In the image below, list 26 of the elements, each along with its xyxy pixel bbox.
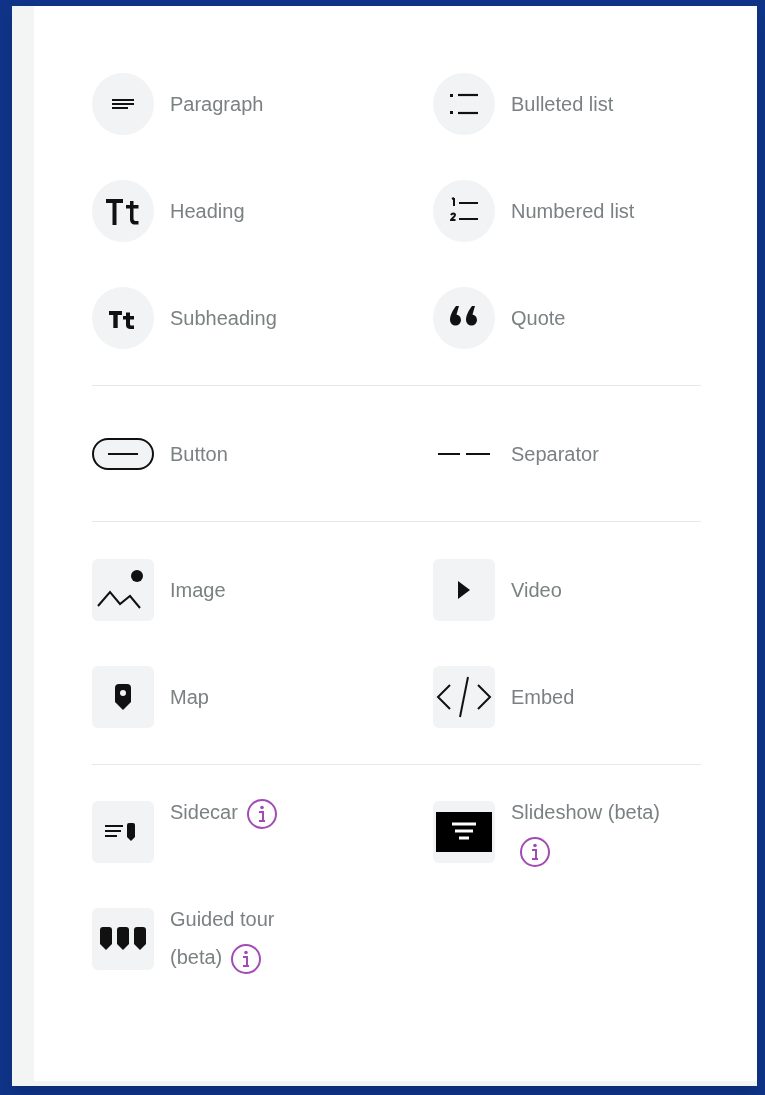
dashed-line-icon (438, 450, 490, 457)
block-type-label[interactable]: Map (170, 677, 209, 716)
map-pin-icon (114, 683, 132, 710)
block-type-label[interactable]: Separator (511, 434, 599, 473)
block-type-label[interactable]: Paragraph (170, 84, 264, 123)
info-icon[interactable] (230, 942, 263, 975)
block-type-label[interactable]: Button (170, 434, 228, 473)
block-type-label[interactable]: Embed (511, 677, 575, 716)
code-brackets-icon (434, 674, 494, 719)
block-type-label[interactable]: Sidecar (170, 793, 278, 831)
block-type-label[interactable]: Quote (511, 298, 566, 337)
block-type-label[interactable]: Numbered list (511, 191, 635, 230)
info-icon[interactable] (245, 797, 278, 830)
text-lines-icon (112, 98, 134, 109)
pill-button-icon (92, 437, 154, 470)
block-type-label[interactable]: Bulleted list (511, 84, 614, 123)
play-icon (457, 579, 471, 600)
block-type-label[interactable]: Guided tour (beta) (170, 900, 314, 976)
block-type-label[interactable]: Image (170, 570, 226, 609)
block-type-label[interactable]: Subheading (170, 298, 277, 337)
block-type-label[interactable]: Slideshow (beta) (511, 793, 691, 869)
three-pins-icon (100, 927, 146, 951)
block-type-label[interactable]: Video (511, 570, 562, 609)
info-icon[interactable] (519, 835, 551, 868)
block-type-label[interactable]: Heading (170, 191, 245, 230)
slide-icon (436, 812, 492, 852)
